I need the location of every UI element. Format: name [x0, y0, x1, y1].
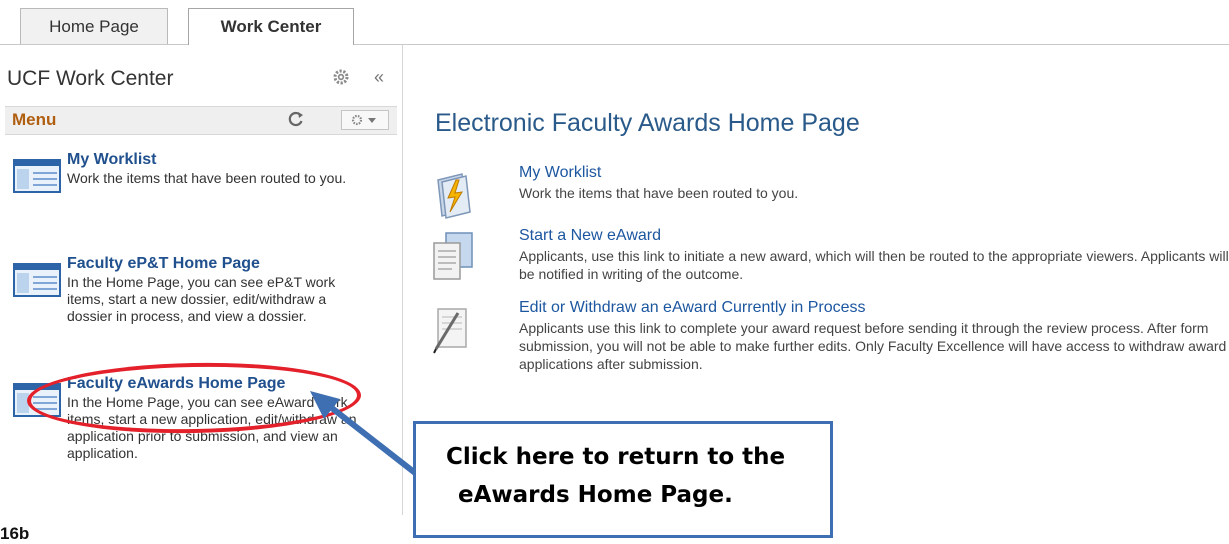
link-title[interactable]: Start a New eAward	[519, 227, 661, 245]
sidebar-item-description: In the Home Page, you can see eP&T work …	[67, 274, 336, 324]
link-title[interactable]: Edit or Withdraw an eAward Currently in …	[519, 299, 866, 317]
window-icon	[13, 263, 61, 297]
lightning-folder-icon	[437, 173, 471, 219]
link-title[interactable]: My Worklist	[519, 164, 601, 182]
pen-paper-icon	[433, 308, 467, 354]
link-description: Applicants use this link to complete you…	[519, 320, 1227, 372]
gear-icon[interactable]	[332, 68, 350, 86]
tab-home-page[interactable]: Home Page	[20, 8, 168, 44]
menu-options-button[interactable]	[341, 110, 389, 130]
tab-work-center[interactable]: Work Center	[188, 8, 354, 45]
figure-label: 16b	[0, 524, 30, 543]
callout-text-line2: eAwards Home Page.	[458, 482, 733, 508]
work-center-title: UCF Work Center	[7, 67, 174, 90]
menu-header: Menu	[5, 106, 397, 135]
instruction-callout: Click here to return to the eAwards Home…	[413, 421, 833, 538]
link-description: Work the items that have been routed to …	[519, 185, 799, 201]
menu-label: Menu	[12, 110, 57, 129]
tab-bar: Home Page Work Center	[0, 0, 1229, 45]
window-icon	[13, 159, 61, 193]
collapse-icon[interactable]: «	[374, 67, 384, 88]
link-description: Applicants, use this link to initiate a …	[519, 248, 1229, 282]
sidebar-item-description: Work the items that have been routed to …	[67, 170, 347, 186]
sidebar-item-title[interactable]: My Worklist	[67, 151, 157, 169]
documents-icon	[433, 232, 473, 280]
page-title: Electronic Faculty Awards Home Page	[435, 109, 860, 137]
callout-text-line1: Click here to return to the	[446, 444, 786, 470]
refresh-icon[interactable]	[287, 110, 305, 128]
sidebar-item-title[interactable]: Faculty eP&T Home Page	[67, 255, 260, 273]
